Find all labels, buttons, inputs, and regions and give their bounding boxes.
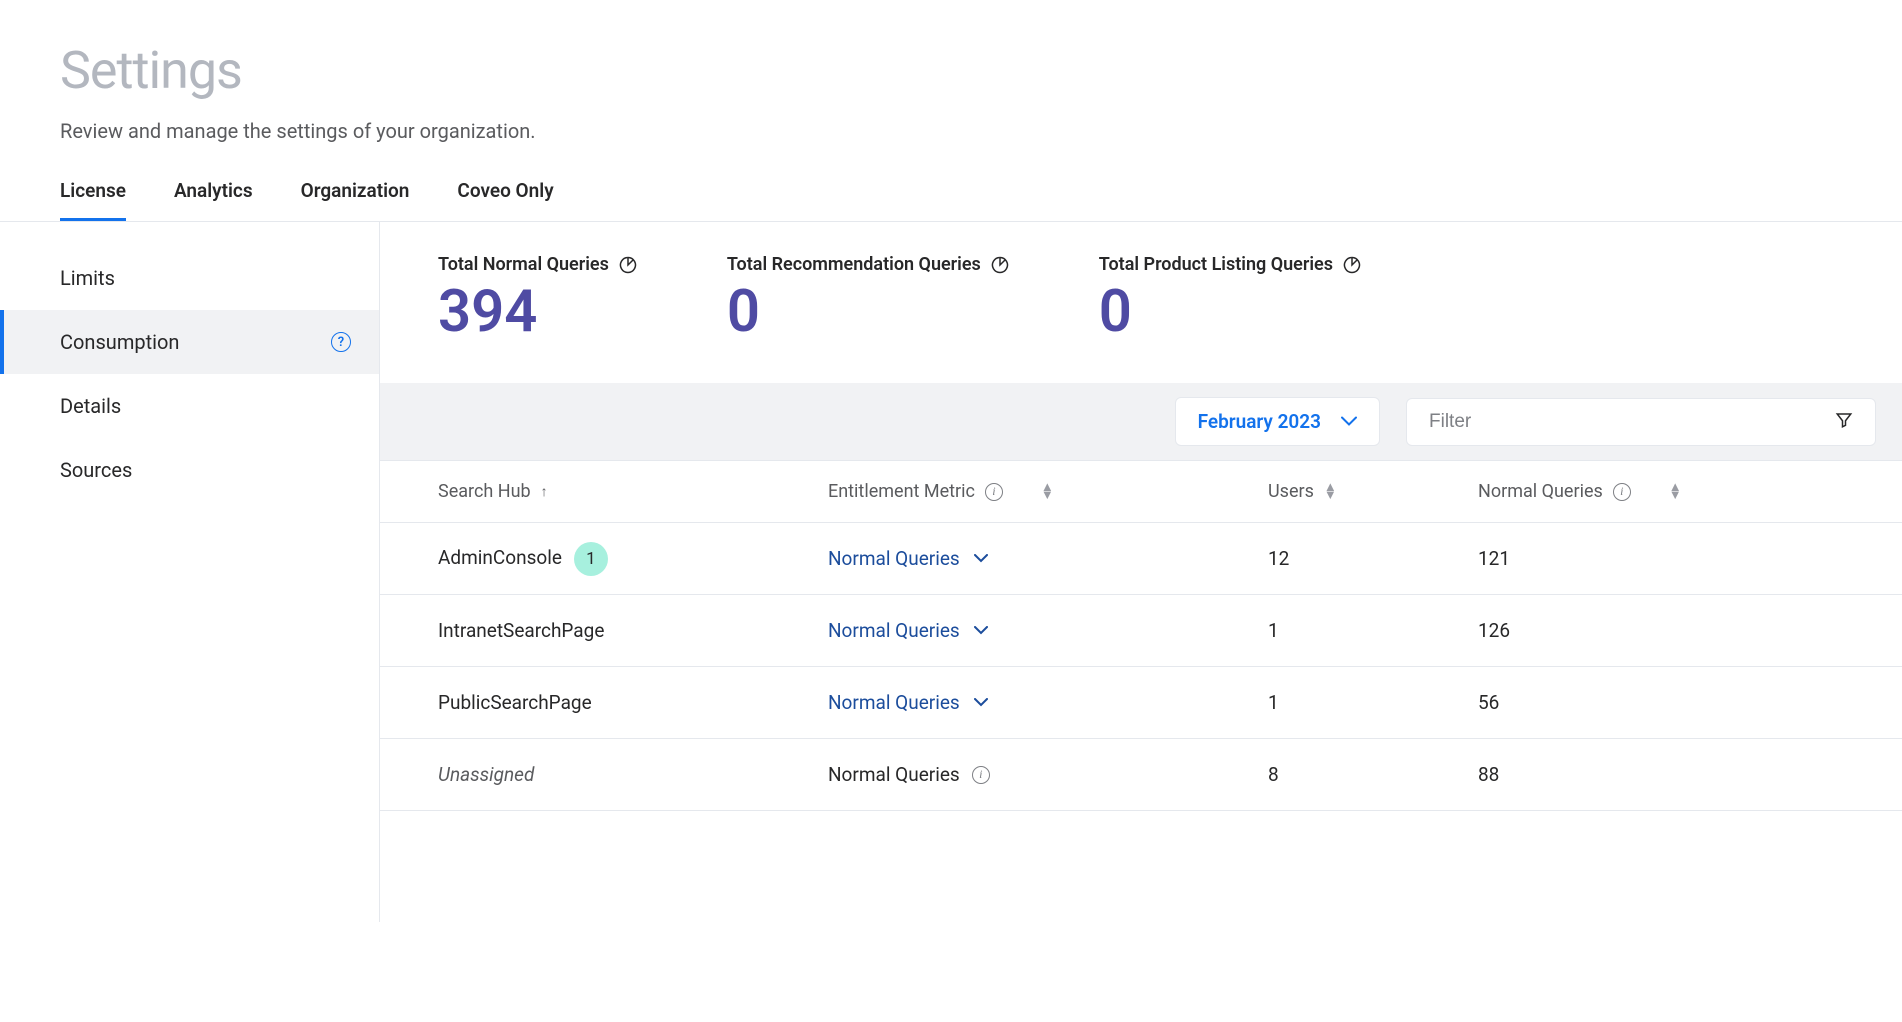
cell-users: 8 [1268, 763, 1478, 786]
filter-icon [1835, 411, 1853, 433]
stat-label: Total Normal Queries [438, 254, 609, 275]
cell-users: 1 [1268, 619, 1478, 642]
arrow-up-icon: ↑ [541, 483, 548, 500]
toolbar: February 2023 [380, 383, 1902, 461]
tab-organization[interactable]: Organization [301, 179, 410, 221]
col-header-users[interactable]: Users ▲▼ [1268, 481, 1478, 502]
col-label: Users [1268, 481, 1314, 502]
stat-label: Total Recommendation Queries [727, 254, 981, 275]
info-icon[interactable]: i [985, 483, 1003, 501]
search-hub-name: AdminConsole [438, 546, 562, 569]
tabs-bar: License Analytics Organization Coveo Only [0, 179, 1902, 222]
tab-coveo-only[interactable]: Coveo Only [457, 179, 553, 221]
cell-search-hub: AdminConsole 1 [438, 542, 828, 576]
sort-toggle-icon[interactable]: ▲▼ [1669, 484, 1682, 500]
cell-queries: 126 [1478, 619, 1698, 642]
table: Search Hub ↑ Entitlement Metric i ▲▼ Use… [380, 461, 1902, 811]
metric-label: Normal Queries [828, 547, 960, 570]
table-row[interactable]: PublicSearchPage Normal Queries 156 [380, 667, 1902, 739]
stat-block: Total Normal Queries 394 [438, 254, 637, 341]
sort-toggle-icon[interactable]: ▲▼ [1324, 484, 1337, 500]
month-selector[interactable]: February 2023 [1175, 397, 1380, 446]
info-icon[interactable]: i [972, 766, 990, 784]
col-header-search-hub[interactable]: Search Hub ↑ [438, 481, 828, 502]
filter-input[interactable] [1429, 411, 1835, 433]
stat-label: Total Product Listing Queries [1099, 254, 1333, 275]
search-hub-name: PublicSearchPage [438, 691, 592, 714]
stat-value: 0 [1099, 283, 1361, 341]
col-label: Search Hub [438, 481, 531, 502]
tab-analytics[interactable]: Analytics [174, 179, 253, 221]
stat-value: 394 [438, 283, 637, 341]
cell-queries: 88 [1478, 763, 1698, 786]
sidebar-item-label: Consumption [60, 330, 179, 354]
sort-toggle-icon[interactable]: ▲▼ [1041, 484, 1054, 500]
sidebar-item-sources[interactable]: Sources [0, 438, 379, 502]
cell-users: 1 [1268, 691, 1478, 714]
col-header-queries[interactable]: Normal Queries i ▲▼ [1478, 481, 1698, 502]
metric-dropdown[interactable]: Normal Queries [828, 619, 988, 642]
table-header-row: Search Hub ↑ Entitlement Metric i ▲▼ Use… [380, 461, 1902, 523]
cell-search-hub: PublicSearchPage [438, 691, 828, 714]
cell-users: 12 [1268, 547, 1478, 570]
cell-metric: Normal Queries i [828, 763, 1268, 786]
info-icon[interactable]: i [1613, 483, 1631, 501]
metric-static: Normal Queries i [828, 763, 990, 786]
cell-metric: Normal Queries [828, 547, 1268, 570]
metric-label: Normal Queries [828, 691, 960, 714]
filter-box[interactable] [1406, 398, 1876, 446]
search-hub-name: Unassigned [438, 763, 534, 786]
stats-row: Total Normal Queries 394 Total Recommendat… [380, 222, 1902, 383]
badge-count: 1 [574, 542, 608, 576]
cell-queries: 56 [1478, 691, 1698, 714]
table-row[interactable]: Unassigned Normal Queries i 888 [380, 739, 1902, 811]
sidebar-item-label: Limits [60, 266, 115, 290]
page-subtitle: Review and manage the settings of your o… [60, 119, 1842, 143]
tab-license[interactable]: License [60, 179, 126, 221]
search-hub-name: IntranetSearchPage [438, 619, 604, 642]
page-title: Settings [60, 40, 1842, 101]
month-label: February 2023 [1198, 410, 1321, 433]
pie-icon [619, 256, 637, 274]
sidebar-item-consumption[interactable]: Consumption? [0, 310, 379, 374]
sidebar-item-label: Sources [60, 458, 132, 482]
cell-metric: Normal Queries [828, 619, 1268, 642]
metric-dropdown[interactable]: Normal Queries [828, 691, 988, 714]
stat-block: Total Recommendation Queries 0 [727, 254, 1009, 341]
sidebar-item-details[interactable]: Details [0, 374, 379, 438]
col-label: Entitlement Metric [828, 481, 975, 502]
sidebar-item-limits[interactable]: Limits [0, 246, 379, 310]
cell-queries: 121 [1478, 547, 1698, 570]
metric-dropdown[interactable]: Normal Queries [828, 547, 988, 570]
chevron-down-icon [974, 695, 988, 711]
metric-label: Normal Queries [828, 763, 960, 786]
col-header-metric[interactable]: Entitlement Metric i ▲▼ [828, 481, 1268, 502]
cell-search-hub: IntranetSearchPage [438, 619, 828, 642]
cell-metric: Normal Queries [828, 691, 1268, 714]
help-icon[interactable]: ? [331, 332, 351, 352]
cell-search-hub: Unassigned [438, 763, 828, 786]
sidebar: Limits Consumption? Details Sources [0, 222, 380, 922]
stat-block: Total Product Listing Queries 0 [1099, 254, 1361, 341]
chevron-down-icon [974, 623, 988, 639]
sidebar-item-label: Details [60, 394, 121, 418]
pie-icon [991, 256, 1009, 274]
table-row[interactable]: IntranetSearchPage Normal Queries 1126 [380, 595, 1902, 667]
chevron-down-icon [1341, 414, 1357, 430]
metric-label: Normal Queries [828, 619, 960, 642]
stat-value: 0 [727, 283, 1009, 341]
pie-icon [1343, 256, 1361, 274]
col-label: Normal Queries [1478, 481, 1603, 502]
chevron-down-icon [974, 551, 988, 567]
table-row[interactable]: AdminConsole 1 Normal Queries 12121 [380, 523, 1902, 595]
